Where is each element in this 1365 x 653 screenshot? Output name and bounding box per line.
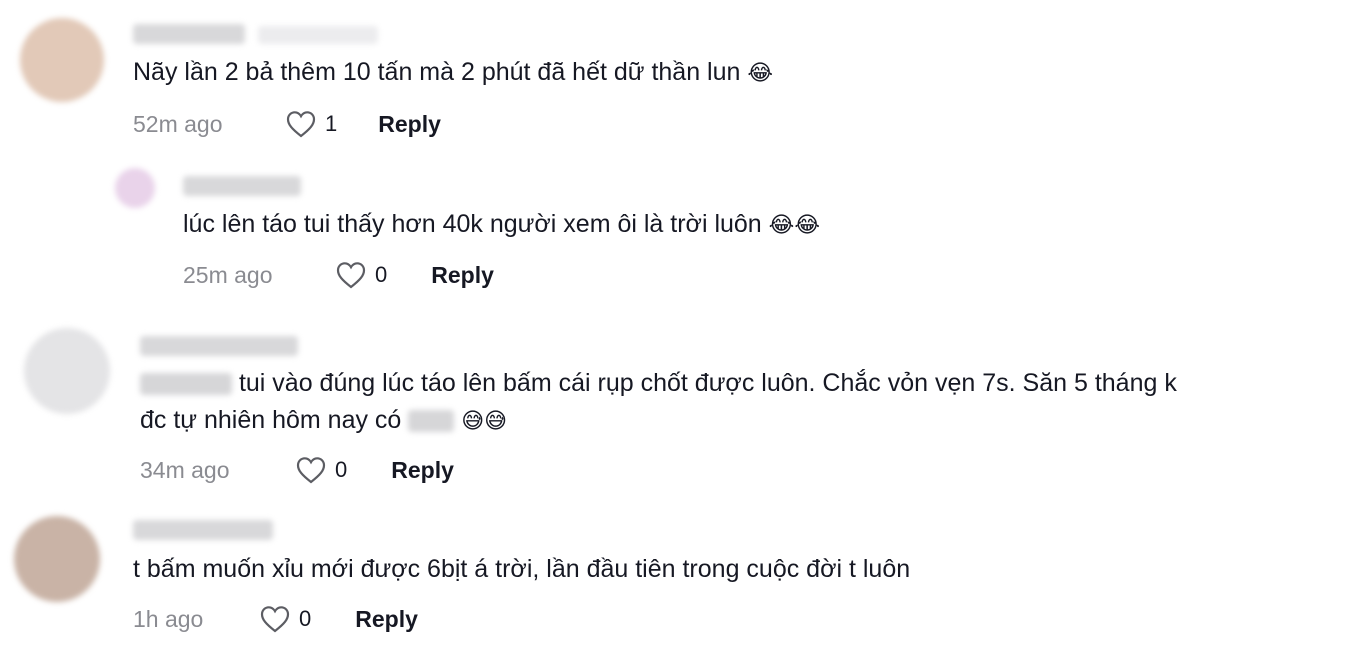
like-button[interactable]: 0 — [259, 604, 311, 634]
emoji: 😅😅 — [461, 409, 508, 434]
username-blurred[interactable] — [133, 520, 273, 540]
mention-blurred[interactable] — [408, 410, 455, 433]
heart-outline-icon — [260, 606, 290, 633]
like-count: 0 — [299, 606, 312, 631]
like-button[interactable]: 1 — [285, 109, 337, 139]
timestamp: 1h ago — [133, 605, 204, 632]
timestamp: 25m ago — [183, 261, 273, 288]
emoji: 😂😂 — [768, 213, 821, 238]
comment-text-line2: đc tự nhiên hôm nay có 😅😅 — [140, 406, 508, 434]
avatar[interactable] — [14, 516, 100, 602]
username-blurred[interactable] — [183, 176, 301, 196]
reply-button[interactable]: Reply — [431, 262, 494, 289]
reply-button[interactable]: Reply — [391, 457, 454, 484]
username-blurred[interactable] — [133, 24, 245, 44]
comment-meta: 52m ago 1 Reply — [133, 109, 441, 139]
reply-button[interactable]: Reply — [378, 111, 441, 138]
username-blurred[interactable] — [140, 336, 298, 356]
comment-text: lúc lên táo tui thấy hơn 40k người xem ô… — [183, 210, 821, 238]
like-count: 0 — [375, 262, 388, 287]
comment-text: t bấm muốn xỉu mới được 6bịt á trời, lần… — [133, 555, 911, 583]
emoji: 😂 — [747, 61, 774, 86]
like-button[interactable]: 0 — [295, 455, 347, 485]
comment-meta: 34m ago 0 Reply — [140, 455, 454, 485]
comment-text: Nãy lần 2 bả thêm 10 tấn mà 2 phút đã hế… — [133, 58, 774, 86]
avatar[interactable] — [115, 168, 155, 208]
avatar[interactable] — [20, 18, 104, 102]
comment-meta: 25m ago 0 Reply — [183, 260, 494, 290]
comment-meta: 1h ago 0 Reply — [133, 604, 418, 634]
heart-outline-icon — [296, 457, 326, 484]
comment-text: tui vào đúng lúc táo lên bấm cái rụp chố… — [140, 365, 1177, 401]
avatar[interactable] — [24, 328, 110, 414]
mention-blurred[interactable] — [140, 373, 232, 396]
timestamp: 52m ago — [133, 110, 223, 137]
like-count: 0 — [335, 457, 348, 482]
heart-outline-icon — [286, 111, 316, 138]
heart-outline-icon — [336, 262, 366, 289]
reply-button[interactable]: Reply — [355, 606, 418, 633]
timestamp: 34m ago — [140, 456, 230, 483]
like-button[interactable]: 0 — [335, 260, 387, 290]
following-label-blurred — [258, 26, 378, 44]
like-count: 1 — [325, 111, 338, 136]
